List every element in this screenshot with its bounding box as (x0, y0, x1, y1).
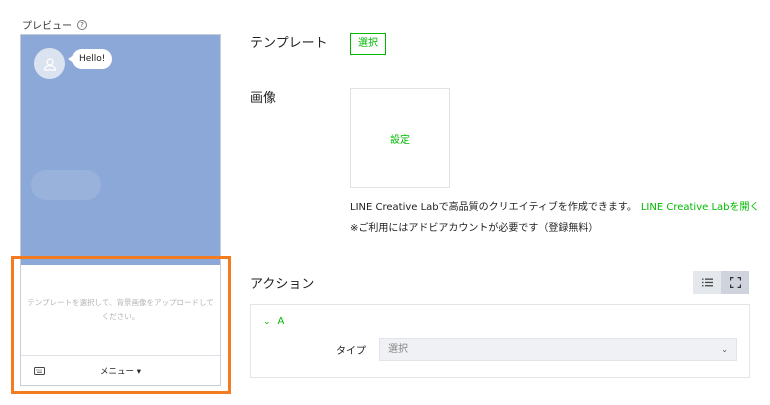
image-label: 画像 (250, 91, 277, 106)
chat-bubble: Hello! (67, 49, 113, 69)
template-label: テンプレート (250, 36, 328, 51)
template-select-button[interactable]: 選択 (350, 33, 386, 55)
help-icon[interactable]: ? (77, 19, 87, 30)
type-label: タイプ (336, 346, 366, 357)
avatar (34, 48, 65, 79)
fullscreen-icon (729, 277, 741, 288)
list-icon (701, 278, 713, 287)
type-select-value: 選択 (388, 344, 408, 355)
creative-lab-text: LINE Creative Labで高品質のクリエイティブを作成できます。 (350, 202, 637, 213)
action-item-name: A (277, 316, 285, 327)
chevron-down-icon: ⌄ (263, 316, 271, 327)
action-item-header[interactable]: ⌄ A (263, 316, 284, 327)
rich-menu-preview: テンプレートを選択して、背景画像をアップロードしてください。 (21, 265, 220, 355)
chat-background: Hello! (21, 35, 220, 265)
fullscreen-view-button[interactable] (721, 271, 749, 294)
type-select[interactable]: 選択 ⌄ (379, 338, 737, 361)
preview-label: プレビュー ? (22, 17, 87, 32)
creative-lab-link[interactable]: LINE Creative Labを開く (641, 202, 760, 213)
image-upload-box[interactable]: 設定 (350, 88, 450, 188)
background-decoration (31, 170, 101, 200)
view-toggle (693, 271, 749, 294)
image-set-label: 設定 (390, 134, 410, 146)
menu-toggle[interactable]: メニュー ▾ (21, 365, 220, 377)
user-icon (43, 57, 56, 71)
rich-menu-bar: メニュー ▾ (21, 355, 220, 385)
action-card: ⌄ A タイプ 選択 ⌄ (250, 304, 750, 378)
action-label: アクション (250, 277, 315, 292)
preview-title: プレビュー (22, 21, 72, 32)
select-chevron-icon: ⌄ (721, 345, 728, 354)
list-view-button[interactable] (693, 271, 721, 294)
phone-preview: Hello! テンプレートを選択して、背景画像をアップロードしてください。 メニ… (20, 34, 221, 386)
adobe-account-note: ※ご利用にはアドビアカウントが必要です（登録無料） (350, 223, 599, 234)
creative-lab-info: LINE Creative Labで高品質のクリエイティブを作成できます。 LIN… (350, 198, 760, 213)
rich-menu-placeholder: テンプレートを選択して、背景画像をアップロードしてください。 (27, 298, 214, 321)
